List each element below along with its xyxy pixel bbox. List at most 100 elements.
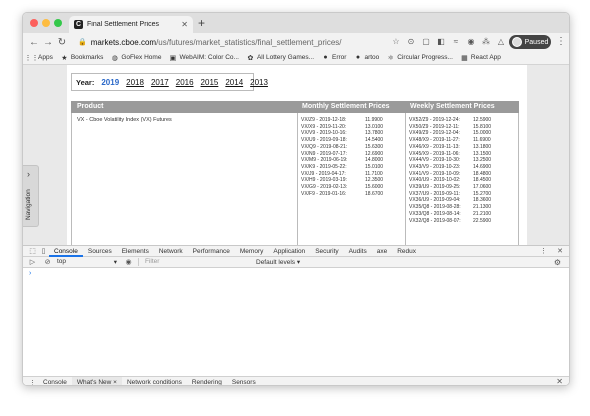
bookmark-item[interactable]: ● Error — [322, 54, 346, 61]
app-icon: ▦ — [461, 54, 468, 62]
column-header-weekly: Weekly Settlement Prices — [410, 103, 495, 110]
log-levels-dropdown[interactable]: Default levels ▾ — [256, 258, 300, 266]
context-select[interactable]: top ▾ — [57, 258, 119, 266]
bookmark-item[interactable]: ⋮⋮ Apps — [25, 54, 53, 62]
bookmark-label: Circular Progress... — [397, 54, 453, 61]
devtools-tab-application[interactable]: Application — [268, 246, 310, 257]
settlement-price: 15.6000 — [365, 184, 384, 191]
window-minimize-button[interactable] — [42, 19, 50, 27]
bookmark-item[interactable]: ⚛ Circular Progress... — [387, 54, 453, 62]
year-link-2017[interactable]: 2017 — [151, 78, 169, 87]
lottery-icon: ✿ — [247, 54, 254, 62]
sidebar-toggle-icon[interactable]: ▷ — [27, 258, 38, 266]
year-link-2018[interactable]: 2018 — [126, 78, 144, 87]
drawer-menu-icon[interactable]: ⋮ — [27, 379, 38, 386]
year-link-2014[interactable]: 2014 — [225, 78, 243, 87]
price-row: VX33/Q8 - 2019-08-14: 21.2100 — [409, 211, 497, 218]
gear-icon[interactable]: ⚙ — [554, 258, 561, 267]
window-maximize-button[interactable] — [54, 19, 62, 27]
drawer-tab[interactable]: Console — [38, 377, 72, 386]
extension-icon[interactable]: ◧ — [436, 36, 446, 46]
forward-arrow-icon[interactable]: → — [42, 37, 54, 48]
devtools-tab-memory[interactable]: Memory — [235, 246, 268, 257]
console-filter-input[interactable]: Filter — [138, 258, 248, 266]
devtools-panel: ⬚ ▯ Console Sources Elements Network Perform… — [23, 245, 569, 386]
drawer-tab[interactable]: What's New × — [71, 376, 122, 385]
drawer-close-icon[interactable]: ✕ — [556, 377, 563, 385]
clear-console-icon[interactable]: ⊘ — [42, 258, 53, 266]
bookmark-star-icon[interactable]: ☆ — [391, 36, 401, 46]
menu-dots-icon[interactable]: ⋮ — [556, 36, 566, 47]
contract-label: VX/X9 - 2019-11-20: — [301, 123, 347, 130]
contract-label: VX/J9 - 2019-04-17: — [301, 170, 346, 177]
star-icon: ★ — [61, 54, 68, 62]
back-arrow-icon[interactable]: ← — [28, 37, 40, 48]
price-row: VX32/Q8 - 2019-08-07: 22.5900 — [409, 218, 497, 225]
year-link-2016[interactable]: 2016 — [176, 78, 194, 87]
contract-label: VX45/X9 - 2019-11-06: — [409, 150, 460, 157]
side-nav-label: Navigation — [25, 189, 32, 220]
drawer-tab[interactable]: Rendering — [187, 377, 227, 386]
extension-icon[interactable]: ⊙ — [406, 36, 416, 46]
contract-label: VX/U9 - 2019-09-18: — [301, 137, 347, 144]
devtools-menu-icon[interactable]: ⋮ — [540, 247, 547, 255]
devtools-tab-console[interactable]: Console — [49, 246, 83, 257]
devtools-tab-axe[interactable]: axe — [372, 246, 392, 257]
bookmark-item[interactable]: ✿ All Lottery Games... — [247, 54, 315, 62]
year-link-2019[interactable]: 2019 — [101, 78, 119, 87]
tab-close-icon[interactable]: ✕ — [181, 20, 188, 29]
url-path: /us/futures/market_statistics/final_sett… — [156, 37, 342, 47]
devtools-tab-sources[interactable]: Sources — [83, 246, 117, 257]
devtools-tab-elements[interactable]: Elements — [117, 246, 154, 257]
drawer-tab[interactable]: Network conditions — [122, 377, 187, 386]
new-tab-icon[interactable]: + — [198, 16, 205, 30]
year-link-2013[interactable]: 2013 — [250, 78, 268, 87]
devtools-tab-performance[interactable]: Performance — [188, 246, 235, 257]
price-row: VX/M9 - 2019-06-19: 14.8000 — [301, 157, 389, 164]
bookmark-item[interactable]: ★ Bookmarks — [61, 54, 103, 62]
extension-icon[interactable]: ▢ — [421, 36, 431, 46]
settlement-price: 12.6900 — [365, 150, 384, 157]
bookmark-item[interactable]: ▦ React App — [461, 54, 501, 62]
eye-icon[interactable]: ◉ — [123, 258, 134, 266]
address-bar[interactable]: 🔒 markets.cboe.com /us/futures/market_st… — [74, 35, 394, 49]
devtools-tab-network[interactable]: Network — [154, 246, 188, 257]
url-host: markets.cboe.com — [90, 37, 157, 47]
settlement-price: 18.6700 — [365, 190, 384, 197]
github-icon: ● — [355, 54, 361, 61]
browser-tab[interactable]: C Final Settlement Prices ✕ — [69, 16, 193, 33]
profile-button[interactable]: Paused — [509, 35, 551, 49]
devtools-tab-redux[interactable]: Redux — [392, 246, 421, 257]
price-row: VX/N9 - 2019-07-17: 12.6900 — [301, 151, 389, 158]
year-label: Year: — [76, 77, 95, 87]
reload-icon[interactable]: ↻ — [56, 37, 68, 48]
year-selector: Year: 2019 2018 2017 2016 2015 2014 2013 — [71, 73, 268, 91]
devtools-close-icon[interactable]: ✕ — [557, 247, 563, 255]
extension-icon[interactable]: ⁂ — [481, 36, 491, 46]
console-prompt[interactable]: › — [29, 270, 31, 277]
bookmark-item[interactable]: ◍ GoFlex Home — [111, 54, 162, 62]
inspect-element-icon[interactable]: ⬚ — [27, 247, 38, 255]
extension-icon[interactable]: ≈ — [451, 36, 461, 46]
dropdown-caret-icon: ▾ — [113, 259, 117, 266]
extension-icon[interactable]: ◉ — [466, 36, 476, 46]
bookmark-item[interactable]: ● artoo — [354, 54, 379, 61]
extension-icon[interactable]: △ — [496, 36, 506, 46]
settlement-price: 13.1800 — [473, 143, 492, 150]
devtools-tab-audits[interactable]: Audits — [344, 246, 372, 257]
cboe-favicon-icon: C — [74, 20, 83, 29]
window-close-button[interactable] — [30, 19, 38, 27]
device-toolbar-icon[interactable]: ▯ — [38, 247, 49, 255]
price-row: VX44/V9 - 2019-10-30: 13.2500 — [409, 157, 497, 164]
browser-window: C Final Settlement Prices ✕ + ← → ↻ 🔒 ma… — [22, 12, 570, 386]
drawer-tab[interactable]: Sensors — [227, 377, 261, 386]
devtools-tab-security[interactable]: Security — [310, 246, 343, 257]
price-row: VX40/U9 - 2019-10-02: 18.4500 — [409, 177, 497, 184]
bookmark-item[interactable]: ▣ WebAIM: Color Co... — [169, 54, 239, 62]
table-body: VX - Cboe Volatility Index (VX) Futures … — [71, 113, 519, 245]
product-cell: VX - Cboe Volatility Index (VX) Futures — [77, 117, 172, 123]
side-navigation-toggle[interactable]: › Navigation — [23, 165, 39, 227]
contract-label: VX50/Z9 - 2019-12-11: — [409, 123, 460, 130]
price-row: VX/H9 - 2019-03-19: 12.3500 — [301, 177, 389, 184]
year-link-2015[interactable]: 2015 — [201, 78, 219, 87]
